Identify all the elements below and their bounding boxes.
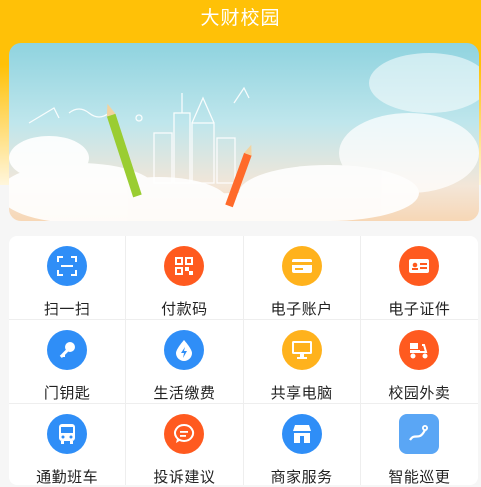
service-shared-computer[interactable]: 共享电脑 xyxy=(243,320,361,404)
page-title: 大财校园 xyxy=(200,7,281,29)
service-scan[interactable]: 扫一扫 xyxy=(9,236,127,320)
service-commuter-bus[interactable]: 通勤班车 xyxy=(9,404,127,485)
service-door-key[interactable]: 门钥匙 xyxy=(9,320,127,404)
service-label: 电子账户 xyxy=(270,300,333,318)
service-merchant[interactable]: 商家服务 xyxy=(244,404,361,485)
card-icon xyxy=(281,246,322,286)
qrcode-icon xyxy=(164,246,205,286)
service-complaints[interactable]: 投诉建议 xyxy=(126,404,244,485)
map-route-icon xyxy=(399,414,440,454)
service-label: 共享电脑 xyxy=(270,384,333,402)
service-campus-takeout[interactable]: 校园外卖 xyxy=(360,320,478,404)
chat-bubble-icon xyxy=(164,414,205,454)
id-card-icon xyxy=(399,246,440,286)
service-smart-patrol[interactable]: 智能巡更 xyxy=(361,404,478,485)
scan-icon xyxy=(47,246,88,286)
service-grid: 扫一扫 付款码 电子账户 电子证件 门钥匙 生活缴费 共享电脑 校园外卖 通勤班… xyxy=(9,236,478,485)
lightning-drop-icon xyxy=(164,330,205,370)
service-utility-payment[interactable]: 生活缴费 xyxy=(126,320,244,404)
monitor-icon xyxy=(281,330,322,370)
service-label: 通勤班车 xyxy=(36,468,99,485)
service-e-account[interactable]: 电子账户 xyxy=(243,236,361,320)
delivery-scooter-icon xyxy=(399,330,440,370)
bus-icon xyxy=(47,414,88,454)
service-label: 投诉建议 xyxy=(153,468,216,485)
service-label: 扫一扫 xyxy=(43,300,91,318)
service-label: 付款码 xyxy=(161,300,208,318)
service-label: 校园外卖 xyxy=(388,384,451,402)
shop-icon xyxy=(281,414,322,454)
banner-image[interactable] xyxy=(9,43,479,221)
service-label: 生活缴费 xyxy=(153,384,216,402)
banner-illustration xyxy=(9,53,479,221)
key-icon xyxy=(47,330,88,370)
service-payment-code[interactable]: 付款码 xyxy=(126,236,244,320)
service-e-id[interactable]: 电子证件 xyxy=(360,236,478,320)
service-label: 智能巡更 xyxy=(388,468,451,485)
service-label: 门钥匙 xyxy=(43,384,91,402)
service-label: 商家服务 xyxy=(270,468,333,485)
service-label: 电子证件 xyxy=(388,300,451,318)
